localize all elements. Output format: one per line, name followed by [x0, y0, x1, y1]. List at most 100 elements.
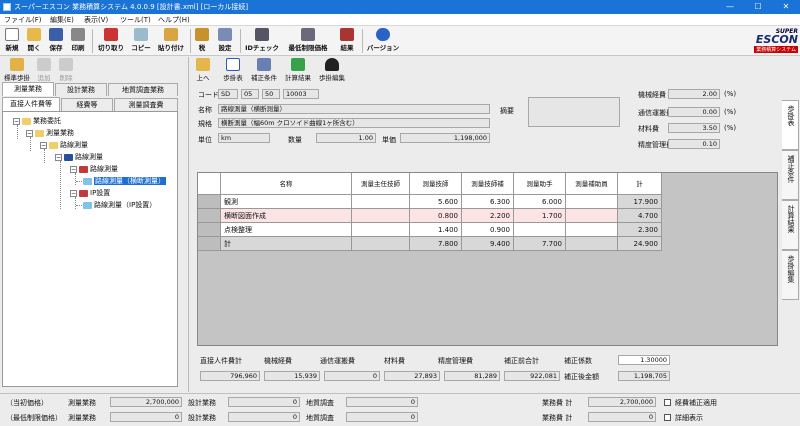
tree-node-ip-setup-route[interactable]: 路線測量（IP設置）	[83, 201, 156, 210]
min-price-button[interactable]: 最低制限価格	[284, 27, 332, 55]
menu-edit[interactable]: 編集(E)	[50, 15, 74, 25]
correction-coef-field[interactable]: 1.30000	[618, 355, 670, 365]
accuracy-rate-field[interactable]: 0.10	[668, 139, 720, 149]
table-row[interactable]: 点検整理	[221, 223, 352, 237]
menu-bar: ファイル(F) 編集(E) 表示(V) ツール(T) ヘルプ(H)	[0, 14, 800, 26]
paste-button[interactable]: 貼り付け	[156, 27, 186, 55]
expense-correction-label: 経費補正適用	[675, 399, 717, 407]
side-tab-calc-result[interactable]: 計算結果	[782, 200, 799, 250]
print-icon	[71, 28, 85, 41]
add-icon	[37, 58, 51, 71]
menu-file[interactable]: ファイル(F)	[4, 15, 42, 25]
tree-node-survey-business[interactable]: − 測量業務	[26, 129, 74, 138]
item-form: コード SD 05 50 10003 名称 路線測量（横断測量） 規格 横断測量…	[192, 85, 782, 155]
header-aide[interactable]: 測量補助員	[566, 173, 618, 195]
survey-min-value: 0	[110, 412, 182, 422]
material-rate-field[interactable]: 3.50	[668, 123, 720, 133]
geology-min-value: 0	[346, 412, 418, 422]
tax-button[interactable]: 税	[194, 27, 210, 55]
code-field-4[interactable]: 10003	[283, 89, 319, 99]
header-assistant-engineer[interactable]: 測量技師補	[462, 173, 514, 195]
user-edit-icon	[325, 58, 339, 71]
row-header[interactable]	[198, 223, 221, 237]
calc-result-button[interactable]: 計算結果	[284, 57, 312, 85]
copy-button[interactable]: コピー	[128, 27, 154, 55]
menu-tools[interactable]: ツール(T)	[120, 15, 151, 25]
material-rate-unit: (%)	[724, 124, 737, 132]
correction-button[interactable]: 補正条件	[250, 57, 278, 85]
summary-field[interactable]	[528, 97, 620, 127]
standard-rate-button[interactable]: 標準歩掛	[2, 57, 32, 85]
delete-button[interactable]: 削除	[56, 57, 76, 85]
tree-node-route-survey[interactable]: − 路線測量	[40, 141, 88, 150]
tree-node-route-survey-group[interactable]: − 路線測量	[55, 153, 103, 162]
header-total[interactable]: 計	[618, 173, 662, 195]
geology-label-1: 地質調査	[306, 399, 334, 407]
left-toolbar: 標準歩掛 追加 削除	[0, 57, 185, 82]
tab-survey[interactable]: 測量業務	[2, 82, 54, 96]
unit-price-field[interactable]: 1,198,000	[400, 133, 490, 143]
total-label-2: 業務費 計	[542, 414, 573, 422]
new-button[interactable]: 新規	[2, 27, 22, 55]
side-tab-rate-table[interactable]: 歩掛表	[782, 100, 799, 150]
table-row[interactable]: 横断図面作成	[221, 209, 352, 223]
name-field[interactable]: 路線測量（横断測量）	[218, 104, 490, 114]
tab-direct-labor[interactable]: 直接人件費等	[2, 97, 60, 111]
direct-labor-total-value: 796,960	[200, 371, 260, 381]
escon-logo: SUPER ESCON 業務積算システム	[754, 28, 798, 53]
unit-field[interactable]: km	[218, 133, 270, 143]
main-toolbar: 新規 開く 保存 印刷 切り取り コピー 貼り付け 税 設定 IDチェック 最低…	[0, 26, 800, 56]
minimize-button[interactable]: —	[716, 0, 744, 14]
app-icon	[3, 3, 11, 11]
settings-button[interactable]: 設定	[214, 27, 236, 55]
side-tab-rate-edit[interactable]: 歩掛編集	[782, 250, 799, 300]
close-button[interactable]: ✕	[772, 0, 800, 14]
tab-design[interactable]: 設計業務	[55, 83, 107, 96]
header-name[interactable]: 名称	[221, 173, 352, 195]
result-button[interactable]: 結果	[336, 27, 358, 55]
pane-divider[interactable]	[188, 57, 189, 392]
direct-labor-total-label: 直接人件費計	[200, 357, 242, 365]
spec-field[interactable]: 横断測量（幅60m クロソイド曲線1ヶ所含む）	[218, 118, 490, 128]
tree-node-cross-section[interactable]: 路線測量（横断測量）	[83, 177, 166, 186]
add-button[interactable]: 追加	[34, 57, 54, 85]
tab-geology[interactable]: 地質調査業務	[108, 83, 178, 96]
header-chief[interactable]: 測量主任技師	[352, 173, 410, 195]
code-field-2[interactable]: 05	[241, 89, 259, 99]
tab-expenses[interactable]: 経費等	[61, 98, 113, 111]
row-header[interactable]	[198, 195, 221, 209]
menu-view[interactable]: 表示(V)	[84, 15, 108, 25]
expense-correction-checkbox[interactable]	[664, 399, 671, 406]
quantity-field[interactable]: 1.00	[316, 133, 376, 143]
help-icon	[376, 28, 390, 41]
header-helper[interactable]: 測量助手	[514, 173, 566, 195]
header-engineer[interactable]: 測量技師	[410, 173, 462, 195]
transport-rate-field[interactable]: 0.00	[668, 107, 720, 117]
print-button[interactable]: 印刷	[68, 27, 88, 55]
machine-rate-field[interactable]: 2.00	[668, 89, 720, 99]
open-button[interactable]: 開く	[24, 27, 44, 55]
tree-node-ip-setup[interactable]: − IP設置	[70, 189, 110, 198]
rate-table-button[interactable]: 歩掛表	[220, 57, 246, 85]
machine-cost-label: 機械経費	[264, 357, 292, 365]
maximize-button[interactable]: ☐	[744, 0, 772, 14]
transport-cost-value: 0	[324, 371, 380, 381]
menu-help[interactable]: ヘルプ(H)	[158, 15, 190, 25]
code-field-3[interactable]: 50	[262, 89, 280, 99]
design-label-1: 設計業務	[188, 399, 216, 407]
detail-view-checkbox[interactable]	[664, 414, 671, 421]
table-row[interactable]: 観測	[221, 195, 352, 209]
rate-edit-button[interactable]: 歩掛編集	[318, 57, 346, 85]
row-header[interactable]	[198, 209, 221, 223]
tree-node-route-survey-item[interactable]: − 路線測量	[70, 165, 118, 174]
side-tab-correction[interactable]: 補正条件	[782, 150, 799, 200]
tree-node-contract[interactable]: − 業務委託	[13, 117, 61, 126]
up-button[interactable]: 上へ	[194, 57, 212, 85]
correction-coef-label: 補正係数	[564, 357, 592, 365]
save-button[interactable]: 保存	[46, 27, 66, 55]
code-field-1[interactable]: SD	[218, 89, 238, 99]
cut-button[interactable]: 切り取り	[96, 27, 126, 55]
version-button[interactable]: バージョン	[366, 27, 400, 55]
tab-survey-cost[interactable]: 測量調査費	[114, 98, 178, 111]
id-check-button[interactable]: IDチェック	[244, 27, 280, 55]
